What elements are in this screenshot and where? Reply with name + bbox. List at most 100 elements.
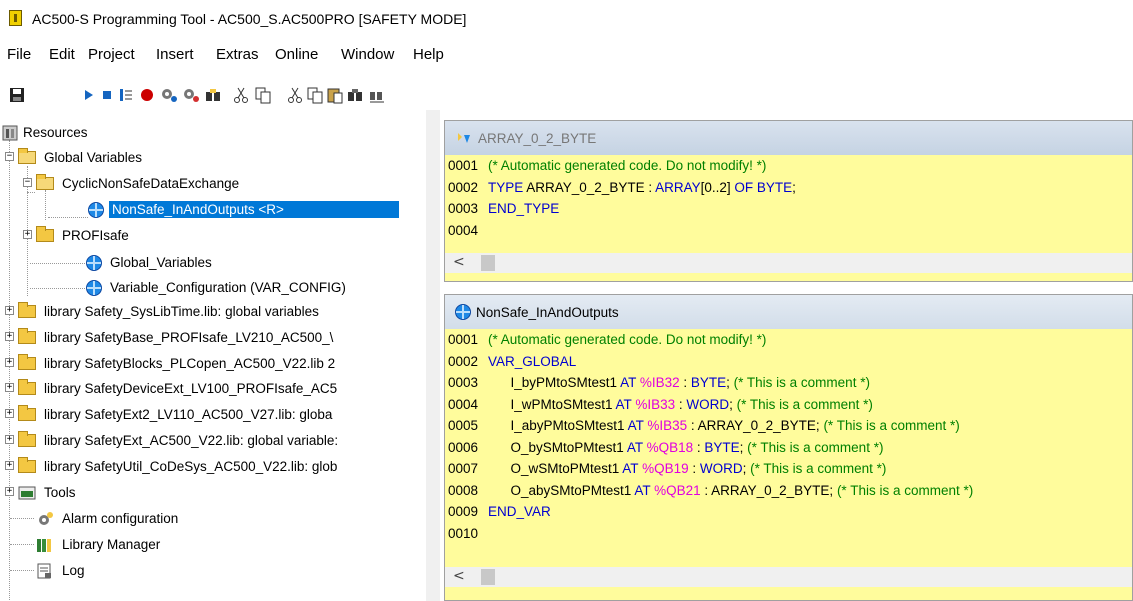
stop-icon[interactable] [98, 86, 116, 104]
save-icon[interactable] [8, 86, 26, 104]
tree-profisafe[interactable]: PROFIsafe [36, 223, 132, 248]
code-line[interactable]: 0008 O_abySMtoPMtest1 AT %QB21 : ARRAY_0… [445, 480, 1132, 502]
code-token: %IB35 [647, 418, 688, 433]
menu-online[interactable]: Online [275, 46, 318, 63]
tree-tools[interactable]: Tools [18, 480, 79, 505]
code-token: BYTE [690, 375, 727, 390]
menu-window[interactable]: Window [341, 46, 394, 63]
code-token: (* This is a comment *) [823, 418, 960, 433]
code-token: (* This is a comment *) [747, 439, 884, 455]
logout-icon[interactable] [182, 86, 200, 104]
code-token: %IB32 [639, 375, 680, 390]
scroll-thumb[interactable] [481, 569, 495, 585]
code-token: ARRAY_0_2_BYTE : [526, 179, 656, 195]
tree-var-config[interactable]: Variable_Configuration (VAR_CONFIG) [86, 275, 349, 300]
expander-lib-4[interactable]: + [5, 409, 14, 418]
expander-tools[interactable]: + [5, 487, 14, 496]
code-token: : ARRAY_0_2_BYTE; [687, 418, 824, 433]
tools-icon [18, 486, 36, 499]
tree-library-label: library SafetyExt_AC500_V22.lib: global … [44, 433, 339, 448]
tree-library[interactable]: library Safety_SysLibTime.lib: global va… [18, 299, 322, 324]
tree-alarm[interactable]: Alarm configuration [36, 506, 181, 531]
code-line[interactable]: 0003 I_byPMtoSMtest1 AT %IB32 : BYTE; (*… [445, 372, 1132, 394]
paste-icon[interactable] [326, 86, 344, 104]
scroll-left-icon[interactable]: < [453, 568, 465, 584]
find-icon[interactable] [346, 86, 364, 104]
tree-cyclic[interactable]: CyclicNonSafeDataExchange [36, 171, 242, 196]
menu-project[interactable]: Project [88, 46, 135, 63]
expander-global-variables[interactable]: − [5, 152, 14, 161]
panel-title: ARRAY_0_2_BYTE [478, 130, 597, 146]
code-token: BYTE [704, 439, 740, 455]
line-number: 0004 [448, 396, 479, 412]
code-line[interactable]: 0010 [445, 523, 1132, 545]
code-area[interactable]: 0001 (* Automatic generated code. Do not … [445, 329, 1132, 544]
tree-log[interactable]: Log [36, 558, 88, 583]
code-line[interactable]: 0004 [445, 220, 1132, 242]
expander-lib-2[interactable]: + [5, 358, 14, 367]
tree-resources[interactable]: Resources [2, 120, 88, 145]
horizontal-scrollbar[interactable]: < [445, 253, 1132, 273]
expander-lib-1[interactable]: + [5, 332, 14, 341]
copy2-icon[interactable] [306, 86, 324, 104]
tree-global-vars[interactable]: Global_Variables [86, 250, 215, 275]
code-line[interactable]: 0001 (* Automatic generated code. Do not … [445, 329, 1132, 351]
tree-global-variables[interactable]: Global Variables [18, 145, 145, 170]
panel-header: ARRAY_0_2_BYTE [445, 121, 1132, 155]
editor-panel-array[interactable]: ARRAY_0_2_BYTE 0001 (* Automatic generate… [444, 120, 1133, 282]
breakpoint-icon[interactable] [138, 86, 156, 104]
tree-nonsafe-inandoutputs[interactable]: NonSafe_InAndOutputs <R> [88, 197, 399, 222]
menu-help[interactable]: Help [413, 46, 444, 63]
code-token: : ARRAY_0_2_BYTE; [700, 482, 837, 498]
code-line[interactable]: 0002 TYPE ARRAY_0_2_BYTE : ARRAY[0..2] OF… [445, 177, 1132, 199]
copy-icon[interactable] [254, 86, 272, 104]
folder-icon [18, 354, 36, 370]
code-line[interactable]: 0006 O_bySMtoPMtest1 AT %QB18 : BYTE; (*… [445, 437, 1132, 459]
code-token: AT [626, 439, 647, 455]
tree-library-manager[interactable]: Library Manager [36, 532, 163, 557]
tree-profisafe-label: PROFIsafe [62, 228, 129, 243]
horizontal-scrollbar[interactable]: < [445, 567, 1132, 587]
code-line[interactable]: 0002 VAR_GLOBAL [445, 351, 1132, 373]
code-line[interactable]: 0004 I_wPMtoSMtest1 AT %IB33 : WORD; (* … [445, 394, 1132, 416]
step-icon[interactable] [117, 86, 135, 104]
code-line[interactable]: 0009 END_VAR [445, 501, 1132, 523]
run-icon[interactable] [80, 86, 98, 104]
menu-extras[interactable]: Extras [216, 46, 259, 63]
menu-edit[interactable]: Edit [49, 46, 75, 63]
folder-icon [18, 328, 36, 344]
tree-library[interactable]: library SafetyUtil_CoDeSys_AC500_V22.lib… [18, 454, 340, 479]
code-line[interactable]: 0005 I_abyPMtoSMtest1 AT %IB35 : ARRAY_0… [445, 415, 1132, 437]
expander-lib-6[interactable]: + [5, 461, 14, 470]
code-token: END_VAR [488, 504, 551, 519]
cut-icon[interactable] [232, 86, 250, 104]
tree-library[interactable]: library SafetyBlocks_PLCopen_AC500_V22.l… [18, 351, 338, 376]
scroll-thumb[interactable] [481, 255, 495, 271]
code-token: %IB33 [635, 396, 676, 412]
menu-file[interactable]: File [7, 46, 31, 63]
scroll-left-icon[interactable]: < [453, 254, 465, 270]
expander-lib-5[interactable]: + [5, 435, 14, 444]
cut2-icon[interactable] [286, 86, 304, 104]
tree-library[interactable]: library SafetyBase_PROFIsafe_LV210_AC500… [18, 325, 336, 350]
tree-library-label: library SafetyDeviceExt_LV100_PROFIsafe_… [44, 381, 338, 396]
code-line[interactable]: 0007 O_wSMtoPMtest1 AT %QB19 : WORD; (* … [445, 458, 1132, 480]
find-binoculars-icon[interactable] [204, 86, 222, 104]
code-line[interactable]: 0003 END_TYPE [445, 198, 1132, 220]
line-number: 0002 [448, 179, 479, 195]
find-next-icon[interactable] [368, 86, 386, 104]
menu-insert[interactable]: Insert [156, 46, 194, 63]
code-line[interactable]: 0001 (* Automatic generated code. Do not … [445, 155, 1132, 177]
tree-library[interactable]: library SafetyDeviceExt_LV100_PROFIsafe_… [18, 376, 340, 401]
tree-library[interactable]: library SafetyExt2_LV110_AC500_V27.lib: … [18, 402, 335, 427]
code-area[interactable]: 0001 (* Automatic generated code. Do not … [445, 155, 1132, 241]
splitter[interactable] [426, 110, 440, 601]
login-icon[interactable] [160, 86, 178, 104]
expander-lib-3[interactable]: + [5, 383, 14, 392]
expander-profisafe[interactable]: + [23, 230, 32, 239]
tree-library[interactable]: library SafetyExt_AC500_V22.lib: global … [18, 428, 341, 453]
expander-cyclic[interactable]: − [23, 178, 32, 187]
globe-icon [86, 279, 102, 296]
editor-panel-nonsafe[interactable]: NonSafe_InAndOutputs 0001 (* Automatic ge… [444, 294, 1133, 601]
expander-lib-0[interactable]: + [5, 306, 14, 315]
